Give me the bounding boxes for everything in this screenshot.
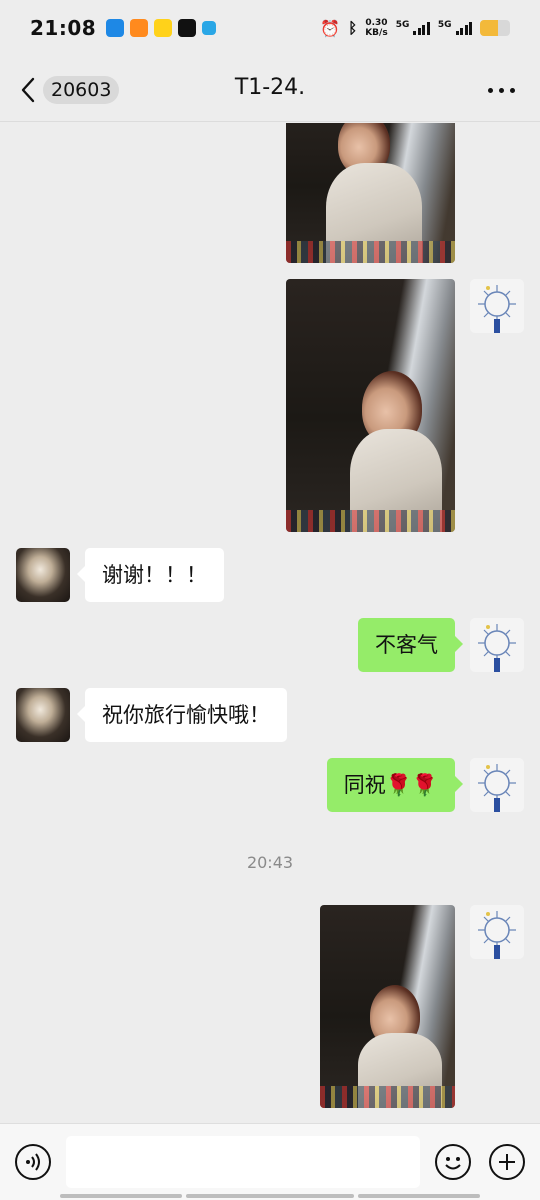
sent-photo-1[interactable] [286, 123, 455, 263]
more-options-icon[interactable] [488, 80, 516, 100]
chat-header: 20603 T1-24. [0, 56, 540, 122]
my-avatar[interactable] [470, 905, 524, 959]
message-input[interactable] [66, 1136, 420, 1188]
friend-avatar[interactable] [16, 688, 70, 742]
network-speed-value: 0.30 [365, 18, 388, 28]
network-type-2: 5G [437, 20, 452, 30]
message-list[interactable]: 谢谢！！！ 不客气 祝你旅行愉快哦！ 同祝🌹🌹 20:43 [0, 123, 540, 1123]
smiley-icon [445, 1157, 461, 1170]
plus-icon [499, 1154, 515, 1170]
signal-icon [413, 21, 430, 35]
message-bubble-sent[interactable]: 同祝🌹🌹 [326, 758, 464, 812]
network-type-1: 5G [395, 20, 410, 30]
app-blue-icon [202, 21, 217, 35]
status-right: ⏰ ᛒ 0.30 KB/s 5G 5G [320, 18, 510, 38]
more-functions-button[interactable] [489, 1144, 525, 1180]
emoji-button[interactable] [435, 1144, 471, 1180]
flower-sketch-icon [478, 764, 516, 812]
notification-app-icons [106, 19, 217, 37]
alarm-icon: ⏰ [320, 18, 341, 38]
taobao-icon [130, 19, 149, 37]
bluetooth-icon: ᛒ [348, 19, 358, 37]
my-avatar[interactable] [470, 279, 524, 333]
qq-icon [106, 19, 125, 37]
back-arrow-icon[interactable] [18, 76, 40, 104]
sent-photo-3[interactable] [320, 905, 455, 1108]
my-avatar[interactable] [470, 758, 524, 812]
status-bar: 21:08 ⏰ ᛒ 0.30 KB/s 5G 5G [0, 0, 540, 56]
home-indicator [358, 1194, 480, 1198]
battery-fill [480, 20, 498, 36]
home-indicator [60, 1194, 182, 1198]
flower-sketch-icon [478, 911, 516, 959]
signal-icon [455, 21, 472, 35]
message-bubble-received[interactable]: 祝你旅行愉快哦！ [77, 688, 287, 742]
friend-avatar[interactable] [16, 548, 70, 602]
network-speed: 0.30 KB/s [365, 18, 387, 38]
voice-input-button[interactable] [15, 1144, 51, 1180]
app-yellow-icon [154, 19, 173, 37]
home-indicator [186, 1194, 354, 1198]
message-bubble-received[interactable]: 谢谢！！！ [77, 548, 224, 602]
unread-count-badge[interactable]: 20603 [43, 76, 120, 104]
my-avatar[interactable] [470, 618, 524, 672]
sent-photo-2[interactable] [286, 279, 455, 532]
battery-icon [480, 20, 510, 36]
flower-sketch-icon [478, 285, 516, 333]
input-bar [0, 1123, 540, 1200]
message-timestamp: 20:43 [246, 853, 294, 872]
tiktok-icon [178, 19, 197, 37]
network-speed-unit: KB/s [365, 28, 388, 38]
status-time: 21:08 [30, 16, 97, 40]
flower-sketch-icon [478, 624, 516, 672]
message-bubble-sent[interactable]: 不客气 [358, 618, 463, 672]
voice-icon [26, 1153, 40, 1171]
